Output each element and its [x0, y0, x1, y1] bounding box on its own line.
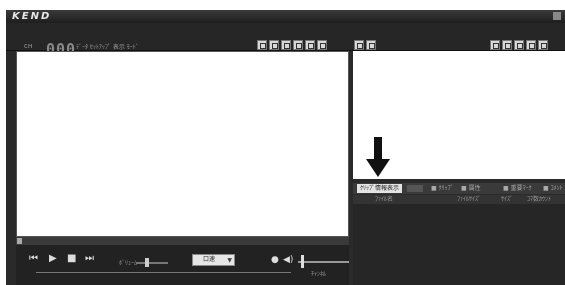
tab-attribute[interactable]: ■ 属性 — [461, 184, 481, 193]
tab-comment[interactable]: ■ ｺﾒﾝﾄ — [543, 184, 563, 193]
player-controls: ⏮ ▶ ■ ⏭ ﾎﾞﾘｭｰﾑ 口速 ▼ ● ◀) ﾁｬﾝﾈﾙ — [16, 245, 349, 285]
column-filesize[interactable]: ﾌｧｲﾙｻｲｽﾞ — [457, 195, 481, 204]
copy-icon[interactable] — [502, 40, 512, 50]
speed-dropdown-value: 口速 — [203, 256, 216, 263]
import-icon[interactable] — [366, 40, 376, 50]
tab-clip-info[interactable]: ｸﾘｯﾌﾟ情報表示 — [357, 184, 403, 193]
camera-icon[interactable] — [257, 40, 267, 50]
skip-forward-icon[interactable]: ⏭ — [85, 254, 94, 264]
video-display[interactable] — [16, 51, 349, 237]
channel-label: ᴄʜ — [24, 42, 33, 50]
window-control-button[interactable] — [553, 12, 561, 20]
volume-label: ﾎﾞﾘｭｰﾑ — [119, 260, 138, 267]
column-filename[interactable]: ﾌｧｲﾙ名 — [375, 195, 393, 204]
skip-back-icon[interactable]: ⏮ — [29, 254, 38, 264]
tab-important-mark[interactable]: ■ 重要ﾏｰｸ — [503, 184, 532, 193]
folder-icon[interactable] — [354, 40, 364, 50]
title-bar: KEND — [6, 10, 565, 23]
settings-icon[interactable] — [317, 40, 327, 50]
volume-slider[interactable] — [136, 262, 168, 264]
column-frame-count[interactable]: ｺﾏ数ｶｳﾝﾄ — [527, 195, 551, 204]
seek-bar[interactable] — [16, 237, 349, 245]
audio-balance-handle[interactable] — [301, 255, 304, 268]
timeline-track[interactable] — [36, 272, 291, 273]
volume-handle[interactable] — [145, 258, 149, 267]
channel-small-label: ﾁｬﾝﾈﾙ — [311, 271, 327, 278]
crop-icon[interactable] — [526, 40, 536, 50]
zoom-icon[interactable] — [514, 40, 524, 50]
seek-handle[interactable] — [17, 238, 22, 244]
play-icon[interactable]: ▶ — [49, 254, 57, 264]
stop-icon[interactable]: ■ — [67, 254, 76, 264]
settings-icon[interactable] — [538, 40, 548, 50]
chevron-down-icon: ▼ — [227, 257, 232, 264]
record-icon[interactable]: ● — [271, 255, 279, 265]
top-toolbar: ᴄʜ 000 ﾃﾞｰﾀ ｾｯﾄｱｯﾌﾟ 表示 ﾓｰﾄﾞ — [6, 23, 565, 58]
pointer-arrow-icon — [366, 137, 390, 177]
tab-clip[interactable]: ■ ｸﾘｯﾌﾟ — [431, 184, 454, 193]
copy-icon[interactable] — [269, 40, 279, 50]
list-header: ﾌｧｲﾙ名 ﾌｧｲﾙｻｲｽﾞ ｻｲｽﾞ ｺﾏ数ｶｳﾝﾄ — [353, 195, 565, 204]
clip-list[interactable] — [353, 204, 565, 285]
tab-blank[interactable] — [407, 185, 423, 192]
crop-icon[interactable] — [293, 40, 303, 50]
audio-balance-slider[interactable] — [298, 261, 349, 263]
speed-dropdown[interactable]: 口速 ▼ — [192, 254, 235, 266]
app-window: KEND ᴄʜ 000 ﾃﾞｰﾀ ｾｯﾄｱｯﾌﾟ 表示 ﾓｰﾄﾞ ｸﾘｯﾌﾟ情報… — [6, 10, 565, 285]
speaker-icon[interactable]: ◀) — [283, 255, 293, 265]
status-text: ﾃﾞｰﾀ ｾｯﾄｱｯﾌﾟ 表示 ﾓｰﾄﾞ — [76, 44, 139, 51]
panel-tab-bar: ｸﾘｯﾌﾟ情報表示 ■ ｸﾘｯﾌﾟ ■ 属性 ■ 重要ﾏｰｸ ■ ｺﾒﾝﾄ — [353, 183, 565, 194]
export-icon[interactable] — [305, 40, 315, 50]
app-logo: KEND — [12, 11, 52, 22]
zoom-icon[interactable] — [281, 40, 291, 50]
column-size[interactable]: ｻｲｽﾞ — [501, 195, 513, 204]
camera-icon[interactable] — [490, 40, 500, 50]
